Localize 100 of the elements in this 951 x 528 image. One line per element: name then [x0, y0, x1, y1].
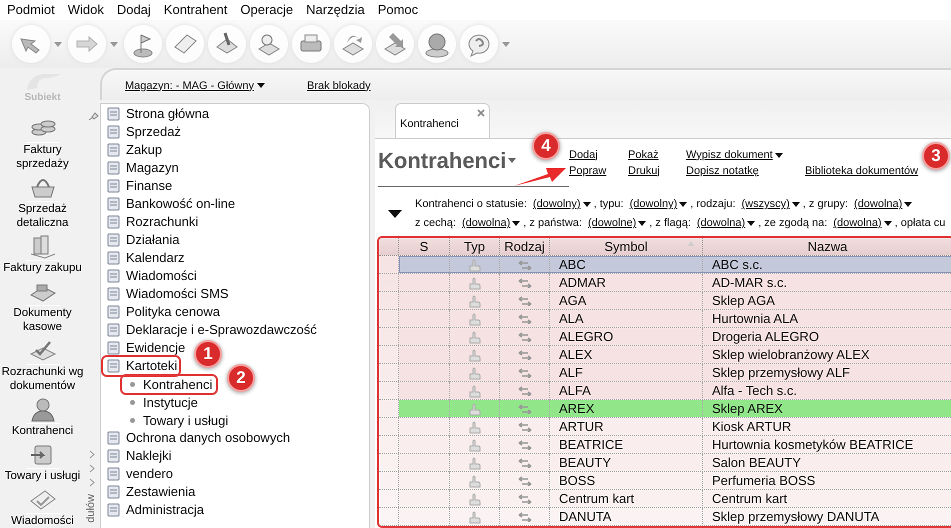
table-row[interactable]: AREX Sklep AREX [399, 400, 951, 417]
hand-icon [468, 366, 482, 380]
double-arrow-icon [518, 458, 532, 468]
tree-item[interactable]: Ochrona danych osobowych [103, 429, 292, 447]
table-cell-text: DANUTA [559, 508, 612, 526]
nav-item[interactable]: Kontrahenci [0, 396, 85, 438]
toolbar-button[interactable] [376, 25, 414, 63]
nav-item[interactable]: Faktury sprzedaży [0, 115, 85, 171]
table-row[interactable]: ADMAR AD-MAR s.c. [399, 274, 951, 291]
toolbar-button[interactable] [292, 25, 330, 63]
tab[interactable]: Kontrahenci [395, 103, 490, 138]
table-row[interactable]: BEATRICE Hurtownia kosmetyków BEATRICE [399, 436, 951, 453]
menu-item[interactable]: Podmiot [7, 0, 55, 20]
double-arrow-icon [518, 422, 532, 432]
tree-item[interactable]: Działania [103, 231, 182, 249]
toolbar-button[interactable] [166, 25, 204, 63]
table-row[interactable]: BEAUTY Salon BEAUTY [399, 454, 951, 471]
column-header[interactable]: Rodzaj [500, 238, 550, 255]
tree-item[interactable]: Finanse [103, 177, 174, 195]
tree-item[interactable]: Kartoteki [103, 357, 180, 375]
table-row[interactable]: ALEX Sklep wielobranżowy ALEX [399, 346, 951, 363]
column-header[interactable]: Symbol [550, 238, 703, 255]
filter-dropdown[interactable]: (dowolne) [588, 215, 646, 232]
menu-item[interactable]: Pomoc [378, 0, 418, 20]
bullet-icon [130, 418, 135, 423]
filter-dropdown[interactable]: (dowolna) [462, 215, 520, 232]
toolbar-button[interactable] [418, 25, 456, 63]
filter-dropdown[interactable]: (dowolna) [696, 215, 756, 232]
table-row[interactable]: Centrum kart Centrum kart [399, 490, 951, 507]
table-row[interactable]: ALF Sklep przemysłowy ALF [399, 364, 951, 381]
toolbar-button[interactable] [460, 25, 498, 63]
nav-item[interactable]: Sprzedaż detaliczna [0, 174, 85, 230]
page-icon [106, 160, 121, 176]
action-link[interactable]: Drukuj [628, 163, 660, 179]
menu-item[interactable]: Kontrahent [164, 0, 228, 20]
tree-item[interactable]: Kontrahenci [122, 376, 216, 393]
lock-status-link[interactable]: Brak blokady [306, 78, 371, 94]
filter-dropdown[interactable]: (wszyscy) [742, 196, 800, 213]
hand-icon [468, 438, 482, 452]
menu-item[interactable]: Dodaj [116, 0, 151, 20]
page-icon [106, 484, 121, 500]
toolbar-button[interactable] [250, 25, 288, 63]
tree-item[interactable]: Instytucje [122, 394, 202, 411]
toolbar-button[interactable] [208, 25, 246, 63]
nav-item[interactable]: Faktury zakupu [0, 233, 85, 275]
toolbar-button[interactable] [124, 25, 162, 63]
action-link[interactable]: Biblioteka dokumentów [805, 163, 918, 179]
filter-dropdown[interactable]: (dowolna) [854, 196, 912, 213]
warehouse-dropdown[interactable]: Magazyn: - MAG - Główny [125, 78, 265, 94]
nav-item[interactable]: Rozrachunki wg dokumentów [0, 337, 85, 393]
action-link[interactable]: Popraw [569, 163, 606, 179]
table-row[interactable]: ABC ABC s.c. [399, 256, 951, 273]
menu-item[interactable]: Operacje [240, 0, 294, 20]
filter-dropdown[interactable]: (dowolny) [630, 196, 688, 213]
menu-item[interactable]: Widok [68, 0, 104, 20]
page-icon [106, 106, 121, 122]
tree-item[interactable]: Kalendarz [103, 249, 187, 267]
tree-item[interactable]: Rozrachunki [103, 213, 200, 231]
toolbar-button[interactable] [334, 25, 372, 63]
tree-item[interactable]: Wiadomości SMS [103, 285, 231, 303]
tree-item[interactable]: Wiadomości [103, 267, 199, 285]
hand-icon [468, 312, 482, 326]
tree-item[interactable]: vendero [103, 465, 175, 483]
nav-item[interactable]: Wiadomości [0, 486, 85, 528]
toolbar-button[interactable] [12, 25, 50, 63]
action-link[interactable]: Dodaj [569, 147, 598, 163]
tree-item[interactable]: Bankowość on-line [103, 195, 238, 213]
tree-item[interactable]: Administracja [103, 501, 206, 519]
nav-item[interactable]: Dokumenty kasowe [0, 278, 85, 334]
action-link[interactable]: Pokaż [628, 147, 659, 163]
tree-item[interactable]: Polityka cenowa [103, 303, 222, 321]
panel-label: dułów [84, 494, 98, 523]
tree-item[interactable]: Sprzedaż [103, 123, 183, 141]
tree-item[interactable]: Magazyn [103, 159, 181, 177]
menu-item[interactable]: Narzędzia [306, 0, 365, 20]
filter-dropdown[interactable]: (dowolny) [532, 196, 591, 213]
column-header[interactable]: Typ [450, 238, 500, 255]
filter-dropdown[interactable]: (dowolna) [833, 215, 892, 232]
table-row[interactable]: ALEGRO Drogeria ALEGRO [399, 328, 951, 345]
tree-item[interactable]: Naklejki [103, 447, 174, 465]
action-link[interactable]: Dopisz notatkę [686, 163, 759, 179]
double-arrow-icon [518, 296, 532, 306]
tree-item[interactable]: Strona główna [103, 105, 212, 123]
nav-item[interactable]: Towary i usługi [0, 441, 85, 483]
tree-item[interactable]: Ewidencje [103, 339, 188, 357]
page-icon [106, 340, 121, 356]
table-row[interactable]: ALA Hurtownia ALA [399, 310, 951, 327]
tree-item[interactable]: Zestawienia [103, 483, 198, 501]
table-row[interactable]: ALFA Alfa - Tech s.c. [399, 382, 951, 399]
column-header[interactable]: Nazwa [703, 238, 951, 255]
action-link[interactable]: Wypisz dokument [686, 147, 783, 163]
table-cell-text: Sklep przemysłowy DANUTA [712, 508, 880, 526]
tree-item[interactable]: Towary i usługi [122, 412, 232, 429]
table-row[interactable]: AGA Sklep AGA [399, 292, 951, 309]
tree-item[interactable]: Deklaracje i e-Sprawozdawczość [103, 321, 319, 339]
sort-icon [688, 241, 694, 246]
tree-item[interactable]: Zakup [103, 141, 164, 159]
table-cell-text: Sklep AREX [712, 400, 783, 418]
column-header[interactable]: S [399, 238, 450, 255]
page-icon [106, 286, 121, 302]
